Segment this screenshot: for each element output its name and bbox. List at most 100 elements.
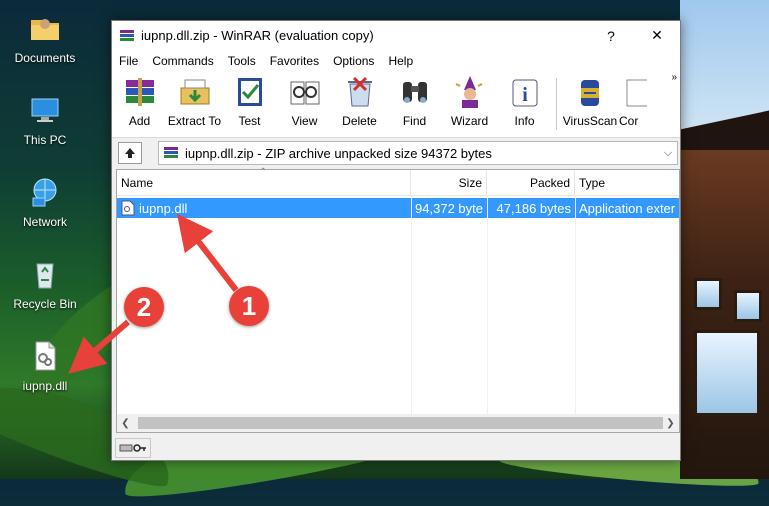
sort-ascending-icon: ⌃ xyxy=(259,167,268,178)
up-arrow-icon xyxy=(125,148,135,158)
window-title: iupnp.dll.zip - WinRAR (evaluation copy) xyxy=(141,28,374,43)
step-2-badge: 2 xyxy=(124,287,164,327)
view-label: View xyxy=(291,114,318,128)
test-icon xyxy=(237,78,262,106)
delete-label: Delete xyxy=(342,114,377,128)
chevron-down-icon[interactable]: ⌵ xyxy=(659,147,677,160)
dll-file-icon xyxy=(121,200,135,216)
key-icon xyxy=(133,444,146,452)
extract-to-button[interactable]: Extract To xyxy=(167,74,222,128)
scrollbar-thumb[interactable] xyxy=(138,417,663,429)
find-label: Find xyxy=(402,114,427,128)
file-packed-cell: 47,186 bytes xyxy=(496,200,571,216)
drive-icon xyxy=(119,444,133,452)
toolbar: Add Extract To Test View Delete Find Wiz… xyxy=(112,72,680,138)
column-type-label: Type xyxy=(579,175,606,190)
scroll-left-icon[interactable]: ❮ xyxy=(117,418,134,429)
file-list: Name ⌃ Size Packed Type iupnp.dll 94,372… xyxy=(116,167,680,433)
column-header-type[interactable]: Type xyxy=(575,170,679,195)
file-size-cell: 94,372 byte xyxy=(415,200,483,216)
toolbar-overflow-chevron[interactable]: » xyxy=(671,72,677,83)
status-bar xyxy=(112,436,680,460)
column-size-label: Size xyxy=(458,175,482,190)
file-list-header: Name ⌃ Size Packed Type xyxy=(117,167,679,196)
info-icon: i xyxy=(512,79,537,107)
close-button[interactable]: ✕ xyxy=(634,21,680,50)
view-icon xyxy=(290,81,319,105)
info-label: Info xyxy=(514,114,535,128)
add-archive-icon xyxy=(125,78,154,106)
comment-icon xyxy=(626,79,647,107)
wizard-button[interactable]: Wizard xyxy=(442,74,497,128)
desktop-icon-label: Documents xyxy=(14,51,76,65)
menu-help[interactable]: Help xyxy=(381,54,420,68)
status-drive-key-cell[interactable] xyxy=(115,438,151,458)
delete-button[interactable]: Delete xyxy=(332,74,387,128)
column-header-name[interactable]: Name ⌃ xyxy=(117,167,411,195)
find-icon xyxy=(402,82,427,103)
winrar-window: iupnp.dll.zip - WinRAR (evaluation copy)… xyxy=(111,20,681,461)
desktop-icon-label: This PC xyxy=(23,133,67,147)
zip-archive-icon xyxy=(164,147,178,158)
address-bar: iupnp.dll.zip - ZIP archive unpacked siz… xyxy=(112,138,680,168)
wizard-label: Wizard xyxy=(450,114,489,128)
file-type-cell: Application exter xyxy=(579,200,676,216)
view-button[interactable]: View xyxy=(277,74,332,128)
menu-commands[interactable]: Commands xyxy=(145,54,220,68)
archive-path-combobox[interactable]: iupnp.dll.zip - ZIP archive unpacked siz… xyxy=(158,141,678,165)
add-button[interactable]: Add xyxy=(112,74,167,128)
column-divider xyxy=(411,195,412,414)
desktop-icon-documents[interactable]: Documents xyxy=(0,12,90,65)
help-button[interactable]: ? xyxy=(588,21,634,50)
network-icon xyxy=(32,178,57,207)
file-name: iupnp.dll xyxy=(139,200,188,216)
menu-tools[interactable]: Tools xyxy=(221,54,263,68)
horizontal-scrollbar[interactable]: ❮ ❯ xyxy=(117,414,679,432)
column-packed-label: Packed xyxy=(529,175,570,190)
recycle-bin-icon xyxy=(36,263,54,289)
virusscan-label: VirusScan xyxy=(562,114,618,128)
virusscan-button[interactable]: VirusScan xyxy=(561,74,619,128)
column-divider xyxy=(575,195,576,414)
svg-text:i: i xyxy=(522,84,528,106)
up-folder-button[interactable] xyxy=(118,142,142,164)
comment-label: Cor xyxy=(619,114,639,128)
wizard-icon xyxy=(455,76,482,108)
file-name-cell: iupnp.dll xyxy=(117,198,411,218)
column-divider xyxy=(487,195,488,414)
info-button[interactable]: i Info xyxy=(497,74,552,128)
desktop-icon-this-pc[interactable]: This PC xyxy=(0,94,90,147)
toolbar-separator xyxy=(556,78,557,130)
test-label: Test xyxy=(238,114,261,128)
extract-icon xyxy=(180,79,209,105)
step-1-badge: 1 xyxy=(229,286,269,326)
desktop-icon-label: Network xyxy=(22,215,67,229)
find-button[interactable]: Find xyxy=(387,74,442,128)
scroll-right-icon[interactable]: ❯ xyxy=(662,418,679,429)
extract-to-label: Extract To xyxy=(167,114,222,128)
delete-icon xyxy=(347,76,372,107)
desktop-icon-network[interactable]: Network xyxy=(0,176,90,229)
table-row[interactable]: iupnp.dll 94,372 byte 47,186 bytes Appli… xyxy=(117,198,679,218)
desktop-icon-label: Recycle Bin xyxy=(13,297,77,311)
column-header-packed[interactable]: Packed xyxy=(487,170,575,195)
archive-path-text: iupnp.dll.zip - ZIP archive unpacked siz… xyxy=(185,145,492,161)
test-button[interactable]: Test xyxy=(222,74,277,128)
comment-button[interactable]: Cor xyxy=(619,74,647,128)
computer-icon xyxy=(31,98,59,122)
virusscan-icon xyxy=(581,80,599,106)
dll-file-icon xyxy=(35,341,56,371)
menu-favorites[interactable]: Favorites xyxy=(263,54,326,68)
column-header-size[interactable]: Size xyxy=(411,170,487,195)
menu-file[interactable]: File xyxy=(112,54,145,68)
menu-options[interactable]: Options xyxy=(326,54,381,68)
desktop-icon-label: iupnp.dll xyxy=(22,379,68,393)
folder-icon xyxy=(31,19,59,40)
scrollbar-track[interactable] xyxy=(134,414,663,432)
add-label: Add xyxy=(128,114,151,128)
desktop-icon-iupnp-dll[interactable]: iupnp.dll xyxy=(0,340,90,393)
winrar-app-icon xyxy=(120,29,134,41)
desktop-icon-recycle-bin[interactable]: Recycle Bin xyxy=(0,258,90,311)
column-name-label: Name xyxy=(121,175,154,190)
title-bar[interactable]: iupnp.dll.zip - WinRAR (evaluation copy)… xyxy=(112,21,680,50)
